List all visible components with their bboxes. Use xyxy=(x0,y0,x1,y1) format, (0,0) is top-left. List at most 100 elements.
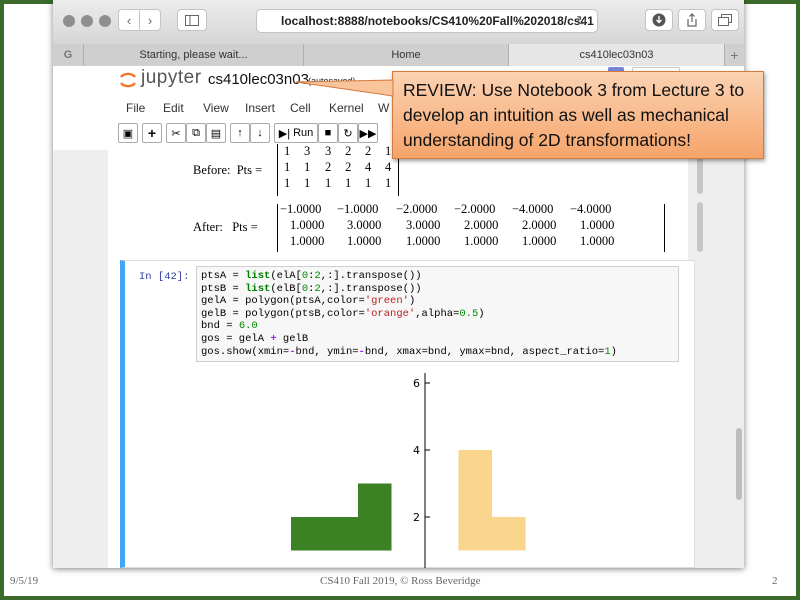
menu-view[interactable]: View xyxy=(203,101,229,115)
save-button[interactable]: ▣ xyxy=(118,123,138,143)
close-window-button[interactable] xyxy=(63,15,75,27)
after-cell: 1.0000 xyxy=(290,234,325,248)
jupyter-logo-icon xyxy=(120,72,136,88)
sidebar-button[interactable] xyxy=(177,9,207,31)
arrow-down-icon: ↓ xyxy=(257,127,263,139)
code-cell[interactable]: In [42]: ptsA = list(elA[0:2,:].transpos… xyxy=(120,260,695,568)
download-icon xyxy=(652,13,666,27)
before-cell: 1 xyxy=(345,176,352,190)
orange-polygon xyxy=(458,450,526,551)
code-line: gos.show(xmin=-bnd, ymin=-bnd, xmax=bnd,… xyxy=(201,345,617,358)
url-bar[interactable]: localhost:8888/notebooks/CS410%20Fall%20… xyxy=(256,9,598,33)
before-cell: 2 xyxy=(345,160,352,174)
y-tick-label: 2 xyxy=(413,511,420,524)
after-cell: 2.0000 xyxy=(522,218,557,232)
y-tick-label: 6 xyxy=(413,377,420,390)
after-cell: 3.0000 xyxy=(347,218,382,232)
copy-button[interactable]: ⧉ xyxy=(186,123,206,143)
share-button[interactable] xyxy=(678,9,706,31)
paste-button[interactable]: ▤ xyxy=(206,123,226,143)
before-cell: 4 xyxy=(365,160,372,174)
code-editor[interactable]: ptsA = list(elA[0:2,:].transpose()) ptsB… xyxy=(196,266,679,362)
before-cell: 3 xyxy=(304,144,311,158)
after-row-0: −1.0000 −1.0000 −2.0000 −2.0000 −4.0000 … xyxy=(280,202,660,218)
downloads-button[interactable] xyxy=(645,9,673,31)
copy-icon: ⧉ xyxy=(192,126,200,139)
after-cell: −1.0000 xyxy=(337,202,379,216)
new-tab-button[interactable]: + xyxy=(724,44,744,66)
before-cell: 1 xyxy=(304,176,311,190)
tab-home[interactable]: Home xyxy=(303,44,508,66)
green-polygon xyxy=(291,483,392,551)
back-button[interactable]: ‹ xyxy=(118,9,140,31)
output-after: After: Pts = −1.0000 −1.0000 −2.0000 −2.… xyxy=(108,202,688,252)
after-cell: −4.0000 xyxy=(512,202,554,216)
before-cell: 1 xyxy=(284,144,291,158)
output-scrollbar-thumb-2[interactable] xyxy=(697,202,703,252)
notebook-name[interactable]: cs410lec03n03 xyxy=(208,71,309,88)
tab-label: Home xyxy=(391,49,421,61)
zoom-window-button[interactable] xyxy=(99,15,111,27)
before-cell: 2 xyxy=(365,144,372,158)
after-cell: 1.0000 xyxy=(580,218,615,232)
insert-cell-button[interactable]: + xyxy=(142,123,162,143)
menu-file[interactable]: File xyxy=(126,101,145,115)
before-row-0: 1 3 3 2 2 1 xyxy=(280,144,400,160)
after-cell: 2.0000 xyxy=(464,218,499,232)
cell-prompt: In [42]: xyxy=(139,271,190,283)
move-down-button[interactable]: ↓ xyxy=(250,123,270,143)
after-cell: 1.0000 xyxy=(522,234,557,248)
after-cell: −1.0000 xyxy=(280,202,322,216)
callout-pointer xyxy=(295,79,394,97)
restart-button[interactable]: ↻ xyxy=(338,123,358,143)
move-up-button[interactable]: ↑ xyxy=(230,123,250,143)
step-forward-icon: ▶| xyxy=(278,127,291,140)
before-row-2: 1 1 1 1 1 1 xyxy=(280,176,400,192)
paste-icon: ▤ xyxy=(210,127,222,140)
before-matrix-bracket-left xyxy=(277,144,278,196)
tabs-overview-button[interactable] xyxy=(711,9,739,31)
before-cell: 1 xyxy=(385,176,392,190)
notebook-area: Before: Pts = 1 3 3 2 2 1 1 1 2 2 4 4 1 … xyxy=(53,144,744,568)
plus-icon: + xyxy=(147,125,157,141)
tab-notebook[interactable]: cs410lec03n03 xyxy=(508,44,724,66)
run-button[interactable]: ▶| Run xyxy=(274,123,318,143)
before-cell: 1 xyxy=(284,176,291,190)
notebook-page: Before: Pts = 1 3 3 2 2 1 1 1 2 2 4 4 1 … xyxy=(108,144,703,568)
after-cell: −2.0000 xyxy=(454,202,496,216)
page-scrollbar-thumb[interactable] xyxy=(736,428,742,500)
menu-edit[interactable]: Edit xyxy=(163,101,184,115)
code-line: ptsA = list(elA[0:2,:].transpose()) xyxy=(201,270,422,282)
tab-label: Starting, please wait... xyxy=(139,49,248,61)
after-cell: 1.0000 xyxy=(290,218,325,232)
interrupt-button[interactable]: ■ xyxy=(318,123,338,143)
before-cell: 1 xyxy=(365,176,372,190)
tab-starting[interactable]: Starting, please wait... xyxy=(83,44,303,66)
jupyter-logo-text[interactable]: jupyter xyxy=(141,67,202,89)
tab-strip: G Starting, please wait... Home cs410lec… xyxy=(53,44,744,67)
after-cell: 1.0000 xyxy=(580,234,615,248)
menu-insert[interactable]: Insert xyxy=(245,101,275,115)
before-cell: 1 xyxy=(385,144,392,158)
before-cell: 1 xyxy=(304,160,311,174)
minimize-window-button[interactable] xyxy=(81,15,93,27)
run-label: Run xyxy=(293,127,314,139)
before-cell: 4 xyxy=(385,160,392,174)
y-tick-label: 4 xyxy=(413,444,420,457)
after-matrix-bracket-right xyxy=(664,204,665,252)
code-line: gelB = polygon(ptsB,color='orange',alpha… xyxy=(201,307,485,320)
before-cell: 2 xyxy=(345,144,352,158)
browser-titlebar: ‹ › localhost:8888/notebooks/CS410%20Fal… xyxy=(53,0,744,45)
reload-icon[interactable]: ↻ xyxy=(576,13,587,29)
cut-button[interactable]: ✂ xyxy=(166,123,186,143)
chevron-left-icon: ‹ xyxy=(126,12,132,28)
restart-run-all-button[interactable]: ▶▶ xyxy=(358,123,378,143)
plot-output: 6 4 2 xyxy=(291,373,526,568)
chevron-right-icon: › xyxy=(147,12,153,28)
forward-button[interactable]: › xyxy=(139,9,161,31)
tab-label: cs410lec03n03 xyxy=(579,49,654,61)
code-line: gelA = polygon(ptsA,color='green') xyxy=(201,295,416,308)
url-text: localhost:8888/notebooks/CS410%20Fall%20… xyxy=(281,14,594,28)
after-cell: 1.0000 xyxy=(464,234,499,248)
save-icon: ▣ xyxy=(122,127,134,140)
